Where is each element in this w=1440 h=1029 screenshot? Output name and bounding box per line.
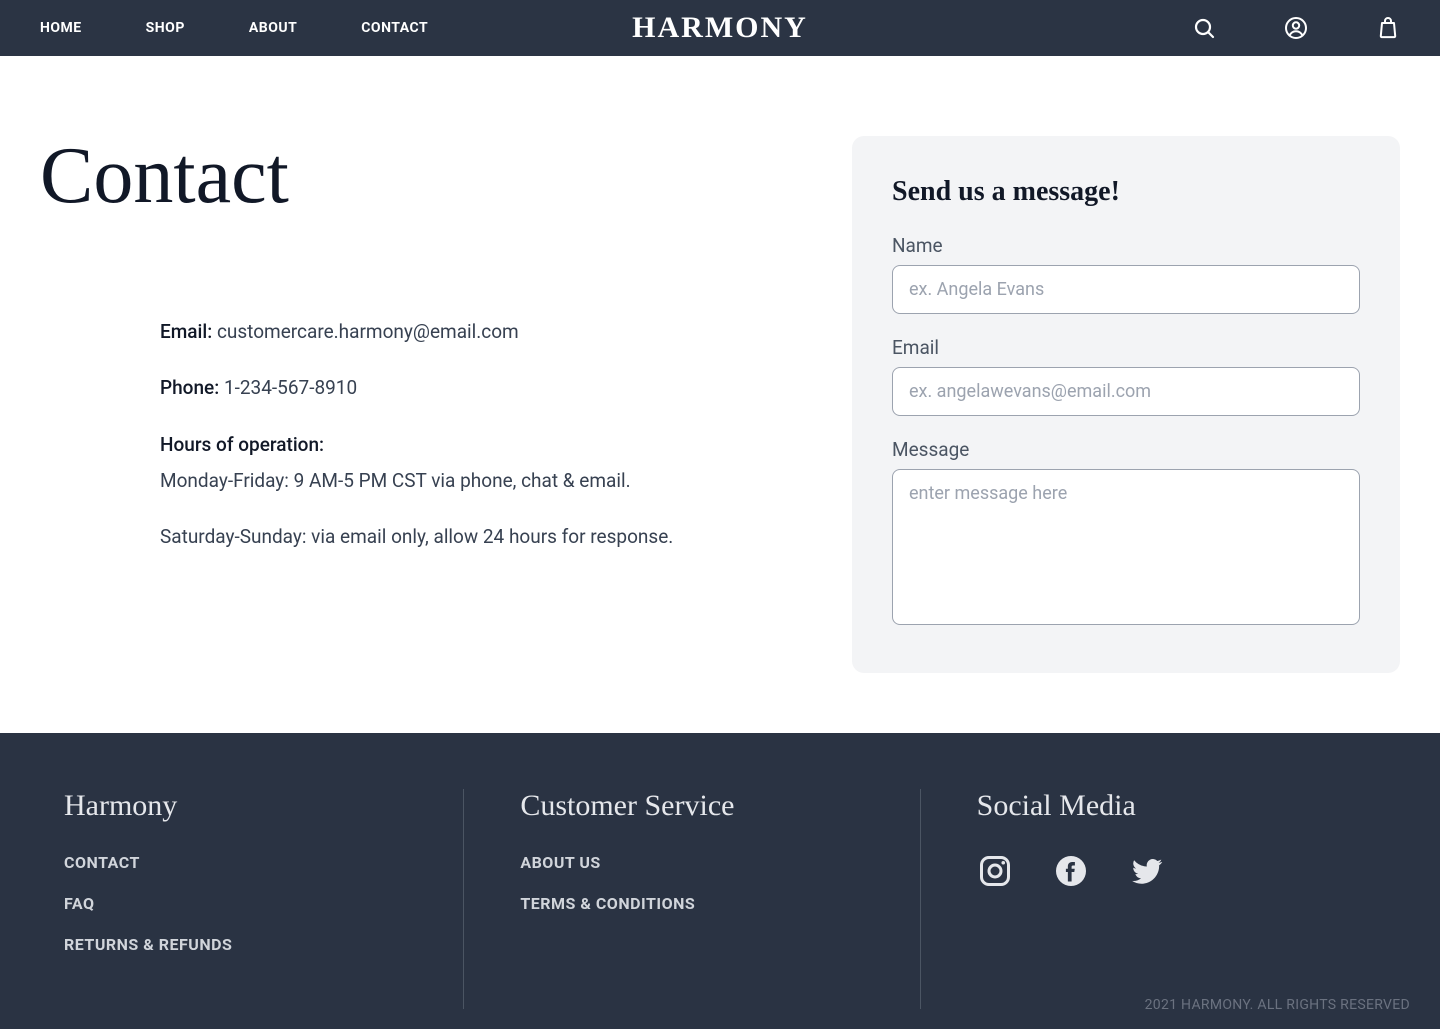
footer-link-contact[interactable]: CONTACT: [64, 853, 423, 872]
facebook-icon[interactable]: [1053, 853, 1089, 889]
email-field-label: Email: [892, 336, 1360, 359]
twitter-icon[interactable]: [1129, 853, 1165, 889]
email-value: customercare.harmony@email.com: [217, 320, 519, 343]
contact-form-card: Send us a message! Name Email Message: [852, 136, 1400, 673]
message-label: Message: [892, 438, 1360, 461]
shopping-bag-icon[interactable]: [1376, 16, 1400, 40]
nav-home[interactable]: HOME: [40, 20, 82, 36]
contact-email-row: Email: customercare.harmony@email.com: [160, 316, 792, 348]
field-email: Email: [892, 336, 1360, 416]
search-icon[interactable]: [1192, 16, 1216, 40]
user-circle-icon[interactable]: [1284, 16, 1308, 40]
phone-value: 1-234-567-8910: [224, 376, 357, 399]
footer-col-harmony: Harmony CONTACT FAQ RETURNS & REFUNDS: [64, 789, 463, 1009]
hours-block: Hours of operation: Monday-Friday: 9 AM-…: [160, 429, 792, 554]
contact-phone-row: Phone: 1-234-567-8910: [160, 372, 792, 404]
footer-link-terms[interactable]: TERMS & CONDITIONS: [520, 894, 879, 913]
footer-heading-social: Social Media: [977, 789, 1336, 823]
name-label: Name: [892, 234, 1360, 257]
footer-heading-harmony: Harmony: [64, 789, 423, 823]
instagram-icon[interactable]: [977, 853, 1013, 889]
field-name: Name: [892, 234, 1360, 314]
nav-shop[interactable]: SHOP: [146, 20, 185, 36]
field-message: Message: [892, 438, 1360, 629]
hours-label: Hours of operation:: [160, 429, 792, 461]
footer-link-about-us[interactable]: ABOUT US: [520, 853, 879, 872]
nav-contact[interactable]: CONTACT: [361, 20, 428, 36]
copyright-text: 2021 HARMONY. ALL RIGHTS RESERVED: [1145, 997, 1410, 1013]
email-label: Email:: [160, 320, 212, 343]
footer-link-returns[interactable]: RETURNS & REFUNDS: [64, 935, 423, 954]
primary-nav: HOME SHOP ABOUT CONTACT: [40, 20, 428, 36]
form-title: Send us a message!: [892, 176, 1360, 208]
social-icons-row: [977, 853, 1336, 889]
name-input[interactable]: [892, 265, 1360, 314]
nav-about[interactable]: ABOUT: [249, 20, 297, 36]
footer-col-social: Social Media: [921, 789, 1376, 1009]
message-textarea[interactable]: [892, 469, 1360, 625]
contact-info-section: Contact Email: customercare.harmony@emai…: [40, 136, 792, 673]
page-title: Contact: [40, 136, 792, 216]
footer-col-customer-service: Customer Service ABOUT US TERMS & CONDIT…: [463, 789, 920, 1009]
header-actions: [1192, 16, 1400, 40]
footer-heading-customer-service: Customer Service: [520, 789, 879, 823]
top-navigation: HOME SHOP ABOUT CONTACT HARMONY: [0, 0, 1440, 56]
site-footer: Harmony CONTACT FAQ RETURNS & REFUNDS Cu…: [0, 733, 1440, 1029]
footer-link-faq[interactable]: FAQ: [64, 894, 423, 913]
email-input[interactable]: [892, 367, 1360, 416]
main-content: Contact Email: customercare.harmony@emai…: [0, 56, 1440, 733]
hours-line-1: Monday-Friday: 9 AM-5 PM CST via phone, …: [160, 465, 792, 497]
brand-logo[interactable]: HARMONY: [632, 11, 808, 45]
hours-line-2: Saturday-Sunday: via email only, allow 2…: [160, 521, 792, 553]
contact-details: Email: customercare.harmony@email.com Ph…: [40, 316, 792, 553]
phone-label: Phone:: [160, 376, 219, 399]
